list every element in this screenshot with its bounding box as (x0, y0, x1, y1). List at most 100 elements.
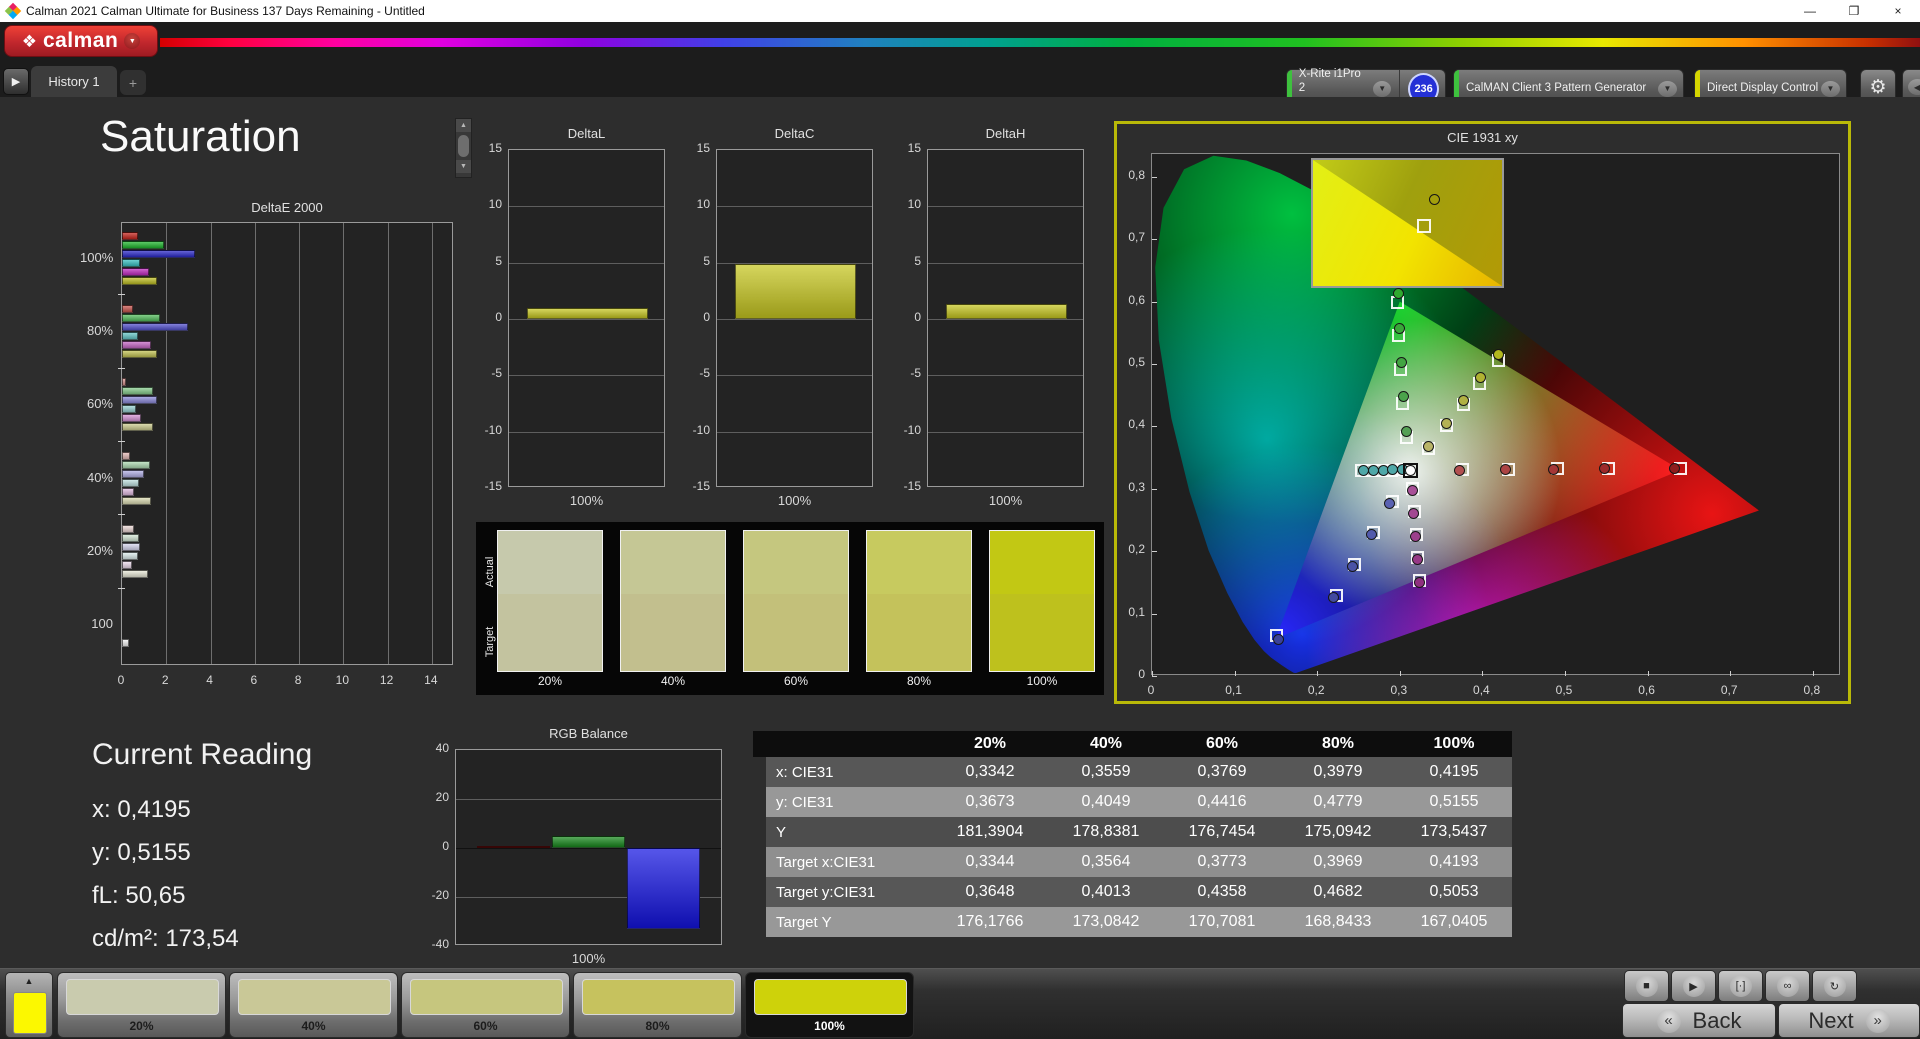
deltah-chart: DeltaH 15 10 5 0 -5 -10 -15 100% (889, 126, 1094, 516)
y-tick-label: -10 (692, 422, 710, 437)
cie-1931-panel: CIE 1931 xy 0 0,1 0,2 0,3 0,4 0,5 0,6 0,7 0,8 0 0,1… (1114, 121, 1851, 704)
table-cell: 0,3648 (965, 883, 1015, 900)
plot-area (455, 749, 722, 945)
chart-title: DeltaE 2000 (251, 200, 323, 215)
y-tick-label: -5 (491, 366, 502, 381)
measured-point-circle (1393, 322, 1405, 334)
next-button[interactable]: Next » (1778, 1003, 1920, 1038)
measured-point-circle (1392, 288, 1404, 300)
axis-tick (1317, 671, 1319, 676)
deltae-bar (122, 570, 148, 578)
continuous-measure-icon: ∞ (1776, 975, 1799, 997)
table-cell: 0,3969 (1313, 853, 1363, 870)
y-tick-label: 0,1 (1128, 604, 1145, 619)
table-cell: 0,5155 (1429, 793, 1479, 810)
blue-balance-bar (627, 848, 700, 929)
deltae-bar (122, 332, 138, 340)
column-header: 100% (1433, 735, 1475, 752)
x-tick-label: 0,7 (1720, 683, 1738, 697)
pattern-button-20%[interactable]: 20% (57, 972, 226, 1038)
table-cell: 0,5053 (1429, 883, 1479, 900)
group-label: 80% (86, 323, 113, 338)
pattern-button-60%[interactable]: 60% (401, 972, 570, 1038)
rainbow-strip (160, 38, 1920, 47)
measured-point-circle (1328, 591, 1340, 603)
next-label: Next (1808, 1007, 1854, 1033)
next-chevrons-icon: » (1865, 1008, 1890, 1033)
swatch-60% (743, 530, 849, 672)
x-tick-label: 0,5 (1555, 683, 1573, 697)
grid-line (928, 206, 1083, 208)
x-tick-label: 12 (379, 673, 394, 687)
deltae-bar (122, 277, 158, 285)
stop-button[interactable]: ■ (1624, 970, 1669, 1002)
x-tick-label: 0,3 (1390, 683, 1408, 697)
pattern-swatch (754, 979, 907, 1015)
restore-button[interactable]: ❐ (1832, 0, 1876, 22)
y-tick-label: 10 (696, 197, 710, 212)
axis-tick (118, 294, 125, 295)
measure-once-button[interactable]: [·] (1718, 970, 1763, 1002)
pattern-label: 40% (301, 1019, 326, 1033)
refresh-button[interactable]: ↻ (1812, 970, 1857, 1002)
pattern-label: 60% (473, 1019, 498, 1033)
swatch-40% (620, 530, 726, 672)
target-swatch (990, 594, 1094, 671)
y-tick-label: 10 (488, 197, 502, 212)
pattern-window-button[interactable]: ▲ (5, 972, 53, 1038)
workflow-expander-button[interactable]: ▶ (3, 68, 29, 95)
group-label: 60% (86, 396, 113, 411)
play-button[interactable]: ▶ (1671, 970, 1716, 1002)
table-cell: 175,0942 (1304, 823, 1372, 840)
y-tick-label: 5 (495, 253, 502, 268)
y-tick-label: 0 (1138, 667, 1145, 681)
pattern-button-80%[interactable]: 80% (573, 972, 742, 1038)
tab-add-button[interactable]: + (120, 70, 146, 95)
delta-bar (735, 263, 856, 319)
scroll-thumb[interactable] (458, 135, 469, 157)
meter-line1: X-Rite i1Pro 2 (1298, 67, 1361, 95)
tab-history-1[interactable]: History 1 (31, 66, 117, 97)
table-row: x: CIE31 0,3342 0,3559 0,3769 0,3979 0,4195 (766, 757, 1512, 787)
deltae-bar (122, 405, 137, 413)
table-cell: 0,4193 (1429, 853, 1479, 870)
minimize-button[interactable]: — (1788, 0, 1832, 22)
reading-line: x: 0,4195 (92, 796, 191, 823)
row-label: x: CIE31 (776, 763, 834, 781)
deltae-bar (122, 241, 165, 249)
y-tick-label: 20 (435, 790, 449, 804)
axis-tick (1152, 239, 1157, 241)
deltae-bar (122, 259, 140, 267)
continuous-measure-button[interactable]: ∞ (1765, 970, 1810, 1002)
y-tick-label: -15 (903, 479, 921, 493)
y-tick-label: 0,6 (1128, 292, 1145, 307)
x-tick-label: 2 (161, 673, 169, 687)
measured-point-circle (1422, 441, 1434, 453)
back-button[interactable]: « Back (1622, 1003, 1776, 1038)
y-tick-label: 5 (703, 253, 710, 268)
x-tick-label: 0,1 (1225, 683, 1242, 697)
calman-logo-menu[interactable]: ❖ calman ▼ (4, 25, 158, 57)
x-tick-label: 8 (294, 673, 302, 687)
current-reading: Current Reading x: 0,4195 y: 0,5155 fL: 50… (92, 738, 312, 952)
target-row-label: Target (484, 626, 496, 658)
row-label: Target x:CIE31 (776, 853, 876, 871)
x-tick-label: 6 (250, 673, 258, 687)
scroll-up-button[interactable]: ▲ (456, 119, 471, 132)
measured-point-circle (1346, 560, 1358, 572)
measured-point-circle (1454, 464, 1466, 476)
pattern-button-40%[interactable]: 40% (229, 972, 398, 1038)
table-cell: 0,4416 (1197, 793, 1247, 810)
close-button[interactable]: × (1876, 0, 1920, 22)
measured-point-circle (1499, 464, 1511, 475)
measured-point-circle (1547, 463, 1559, 475)
deltae-bar (122, 470, 145, 478)
pattern-button-100%[interactable]: 100% (745, 972, 914, 1038)
bottom-bar: ▲ ▲ « Back Next » 20%40%60%80%100%■▶[·]∞… (0, 968, 1920, 1039)
row-label: Y (776, 823, 787, 841)
grid-line (509, 375, 664, 377)
measured-point-circle (1440, 417, 1452, 429)
table-row: y: CIE31 0,3673 0,4049 0,4416 0,4779 0,5155 (766, 787, 1512, 817)
scroll-down-button[interactable]: ▼ (456, 160, 471, 173)
deltae-bar (122, 305, 134, 313)
